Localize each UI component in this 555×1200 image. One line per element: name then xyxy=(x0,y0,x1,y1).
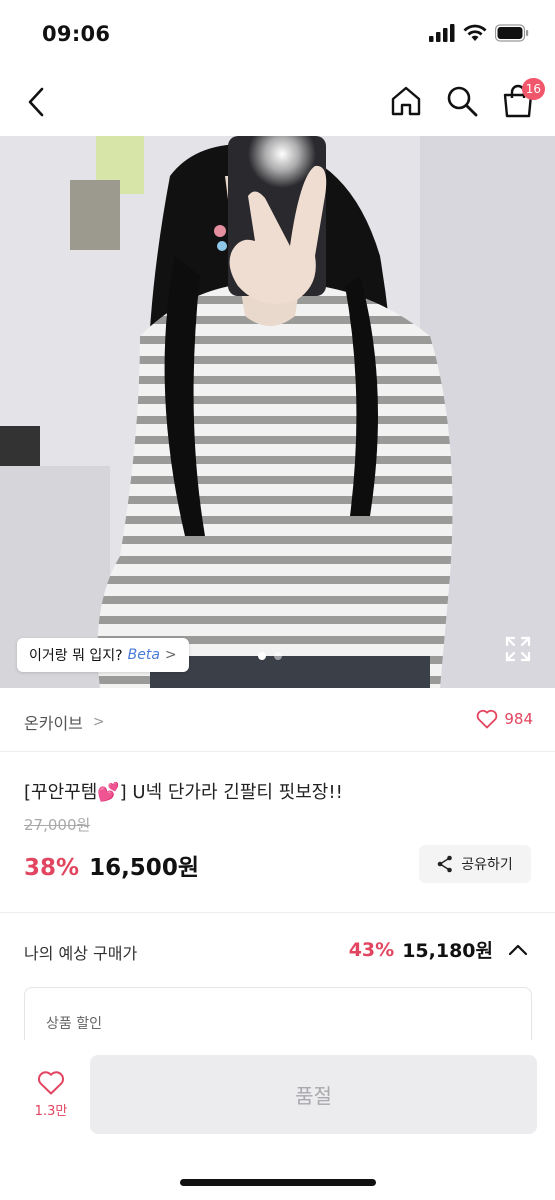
nav-bar: 16 xyxy=(0,70,555,136)
home-indicator xyxy=(180,1179,376,1186)
discount-rate: 38% xyxy=(24,855,80,881)
search-icon xyxy=(447,86,478,117)
wifi-icon xyxy=(463,24,487,41)
nav-actions: 16 xyxy=(387,78,545,122)
like-count: 984 xyxy=(504,710,533,728)
share-icon xyxy=(437,855,453,873)
brand-link[interactable]: 온카이브 > xyxy=(24,710,105,734)
home-icon xyxy=(391,86,421,116)
back-button[interactable] xyxy=(18,82,54,122)
product-image[interactable]: 이거랑 뭐 입지? Beta > xyxy=(0,136,555,688)
sale-price-row: 38% 16,500원 xyxy=(24,848,199,882)
section-divider xyxy=(0,912,555,913)
product-photo xyxy=(0,136,555,688)
carousel-dot xyxy=(274,652,282,660)
expected-price-value: 43% 15,180원 xyxy=(349,936,529,963)
chevron-right-icon: > xyxy=(164,647,177,663)
product-discount-label: 상품 할인 xyxy=(46,1016,102,1032)
expand-icon xyxy=(505,636,531,662)
heart-icon xyxy=(38,1071,64,1095)
outfit-suggestion-chip[interactable]: 이거랑 뭐 입지? Beta > xyxy=(17,638,189,672)
heart-icon xyxy=(477,709,498,729)
beta-label: Beta xyxy=(127,647,160,663)
signal-icon xyxy=(429,24,455,42)
brand-name: 온카이브 xyxy=(24,714,83,733)
expected-discount-rate: 43% xyxy=(348,938,395,961)
original-price: 27,000원 xyxy=(24,816,91,834)
chevron-up-icon[interactable] xyxy=(507,943,529,957)
expected-price-label: 나의 예상 구매가 xyxy=(24,944,138,963)
wishlist-button[interactable]: 1.3만 xyxy=(22,1070,80,1130)
expand-button[interactable] xyxy=(505,636,531,662)
expected-price-row[interactable]: 나의 예상 구매가 43% 15,180원 xyxy=(0,930,555,970)
carousel-dot xyxy=(258,652,266,660)
status-bar: 09:06 xyxy=(0,0,555,70)
product-title: [꾸안꾸템💕] U넥 단가라 긴팔티 핏보장!! xyxy=(24,782,343,803)
home-button[interactable] xyxy=(387,80,425,122)
status-icons xyxy=(429,24,529,42)
cart-badge: 16 xyxy=(521,78,545,100)
back-icon xyxy=(28,87,44,117)
carousel-dots xyxy=(258,652,282,660)
bottom-action-bar: 1.3만 품절 xyxy=(0,1040,555,1200)
share-label: 공유하기 xyxy=(461,857,513,873)
status-time: 09:06 xyxy=(42,22,111,46)
chevron-right-icon: > xyxy=(92,714,105,730)
share-button[interactable]: 공유하기 xyxy=(419,845,531,883)
battery-icon xyxy=(495,24,529,42)
soldout-button[interactable]: 품절 xyxy=(90,1055,537,1134)
wishlist-count: 1.3만 xyxy=(34,1104,68,1119)
cart-button[interactable]: 16 xyxy=(499,78,545,122)
like-button[interactable]: 984 xyxy=(476,709,533,729)
outfit-suggestion-label: 이거랑 뭐 입지? xyxy=(29,648,123,664)
sale-price: 16,500원 xyxy=(89,855,199,881)
brand-row: 온카이브 > 984 xyxy=(0,690,555,752)
search-button[interactable] xyxy=(443,80,481,122)
expected-price: 15,180원 xyxy=(402,940,493,962)
